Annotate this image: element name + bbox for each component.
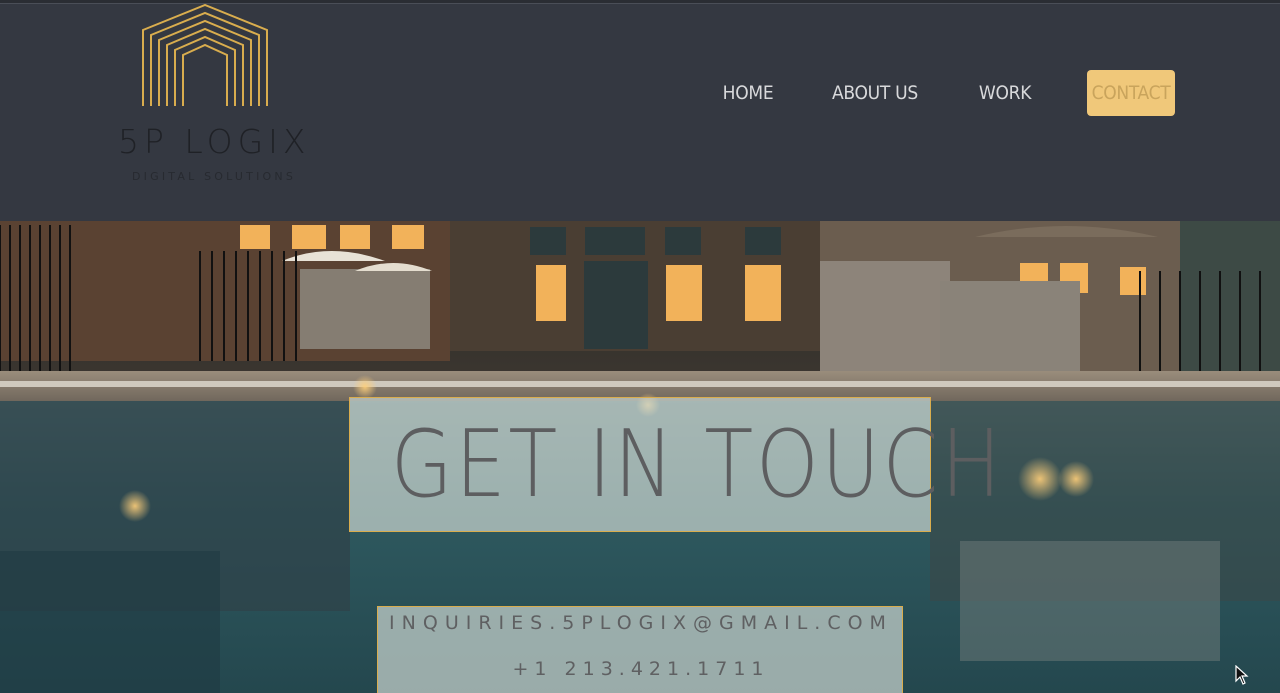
nav-work[interactable]: WORK <box>974 70 1036 116</box>
hero-title: GET IN TOUCH <box>390 410 1004 518</box>
contact-info-box: INQUIRIES.5PLOGIX@GMAIL.COM +1 213.421.1… <box>377 606 903 693</box>
house-lines-logo-icon <box>142 4 268 106</box>
brand-name: 5P LOGIX <box>118 122 311 161</box>
contact-phone-link[interactable]: +1 213.421.1711 <box>378 658 904 680</box>
brand-tagline: DIGITAL SOLUTIONS <box>132 170 297 183</box>
hero-section: GET IN TOUCH INQUIRIES.5PLOGIX@GMAIL.COM… <box>0 221 1280 693</box>
nav-about-us[interactable]: ABOUT US <box>830 70 920 116</box>
site-header: 5P LOGIX DIGITAL SOLUTIONS HOME ABOUT US… <box>0 4 1280 221</box>
nav-home[interactable]: HOME <box>718 70 778 116</box>
brand-logo[interactable]: 5P LOGIX DIGITAL SOLUTIONS <box>110 4 305 194</box>
contact-email-link[interactable]: INQUIRIES.5PLOGIX@GMAIL.COM <box>378 612 904 634</box>
mouse-cursor-icon <box>1235 665 1249 685</box>
nav-contact[interactable]: CONTACT <box>1087 70 1175 116</box>
hero-title-box: GET IN TOUCH <box>349 397 1004 532</box>
